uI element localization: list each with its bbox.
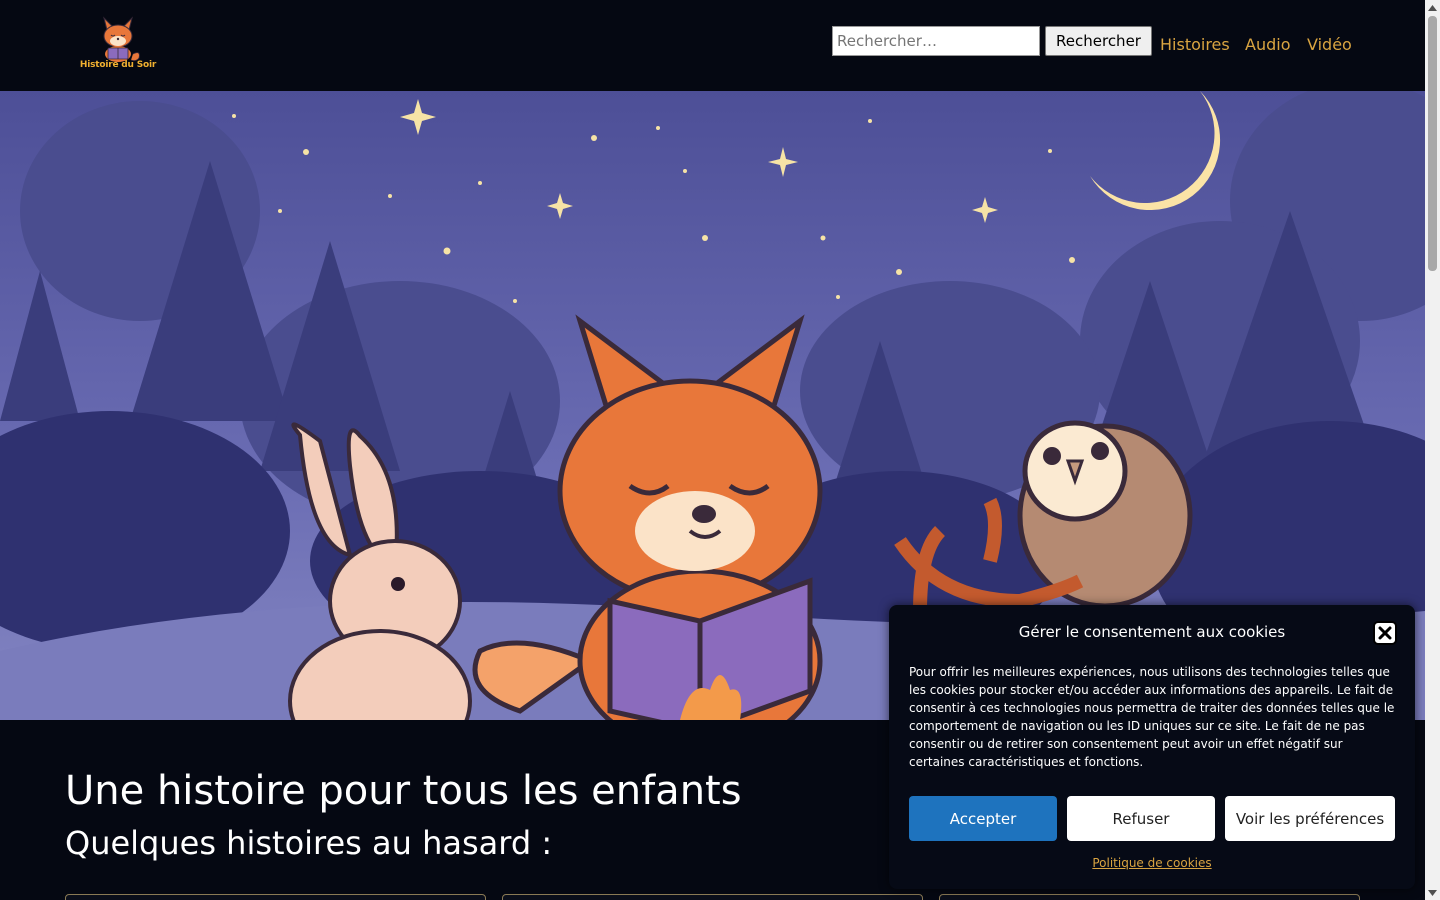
story-card[interactable] (65, 894, 486, 900)
scroll-up-icon[interactable] (1425, 0, 1440, 15)
cookie-consent-banner: Gérer le consentement aux cookies Pour o… (889, 605, 1415, 889)
nav-video[interactable]: Vidéo (1307, 35, 1352, 54)
page-title: Une histoire pour tous les enfants (65, 768, 742, 814)
story-card[interactable] (939, 894, 1360, 900)
fox-logo-icon (103, 16, 140, 62)
preferences-button[interactable]: Voir les préférences (1225, 796, 1395, 841)
cookie-banner-title: Gérer le consentement aux cookies (1018, 623, 1286, 641)
refuse-button[interactable]: Refuser (1067, 796, 1215, 841)
cookie-banner-text: Pour offrir les meilleures expériences, … (909, 665, 1395, 769)
page-subtitle: Quelques histoires au hasard : (65, 824, 553, 862)
nav-histoires[interactable]: Histoires (1160, 35, 1230, 54)
scroll-down-icon[interactable] (1425, 885, 1440, 900)
close-icon[interactable] (1373, 621, 1397, 645)
logo-text: Histoire du Soir (79, 60, 157, 70)
search-button[interactable]: Rechercher (1045, 26, 1152, 56)
cookie-policy-link[interactable]: Politique de cookies (889, 856, 1415, 870)
search-input[interactable] (832, 26, 1040, 56)
page-scrollbar[interactable] (1425, 0, 1440, 900)
accept-button[interactable]: Accepter (909, 796, 1057, 841)
nav-audio[interactable]: Audio (1245, 35, 1290, 54)
scroll-thumb[interactable] (1428, 16, 1437, 271)
story-card[interactable] (502, 894, 923, 900)
site-header: Histoire du Soir Rechercher Histoires Au… (0, 0, 1425, 91)
site-logo[interactable]: Histoire du Soir (78, 10, 158, 76)
